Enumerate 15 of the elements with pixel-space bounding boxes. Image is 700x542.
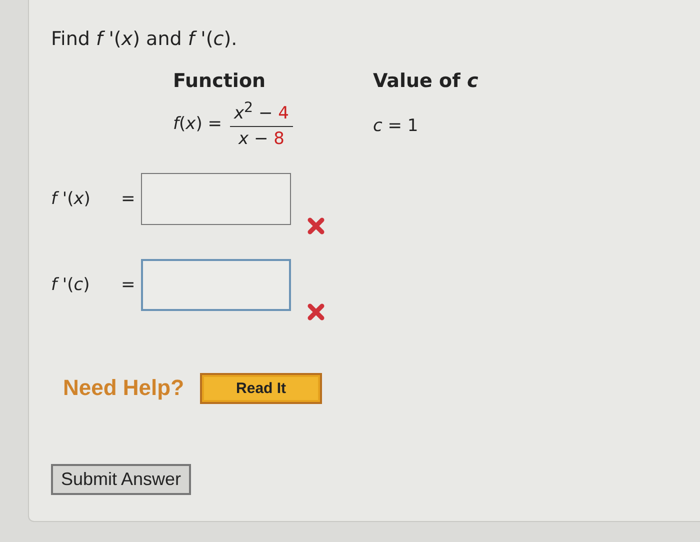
- fraction: x$^{2}$ − 4 x − 8: [230, 100, 293, 149]
- answer-label: f '(c): [51, 274, 91, 295]
- column-header: Value of c: [373, 70, 480, 92]
- equals-sign: =: [121, 274, 136, 295]
- answer-field[interactable]: [141, 258, 291, 311]
- value-of-c: c = 1: [373, 115, 420, 136]
- answer-label: f '(x): [51, 188, 92, 209]
- read-it-button[interactable]: Read It: [200, 372, 322, 404]
- answer-field[interactable]: [141, 172, 291, 225]
- equals-sign: =: [121, 188, 136, 209]
- need-help-label: Need Help?: [63, 375, 184, 402]
- question-prompt: Find f '(x) and f '(c).: [51, 28, 238, 50]
- column-header: Function: [173, 70, 267, 92]
- function-label: f(x) =: [173, 114, 222, 134]
- submit-answer-button[interactable]: Submit Answer: [51, 464, 192, 495]
